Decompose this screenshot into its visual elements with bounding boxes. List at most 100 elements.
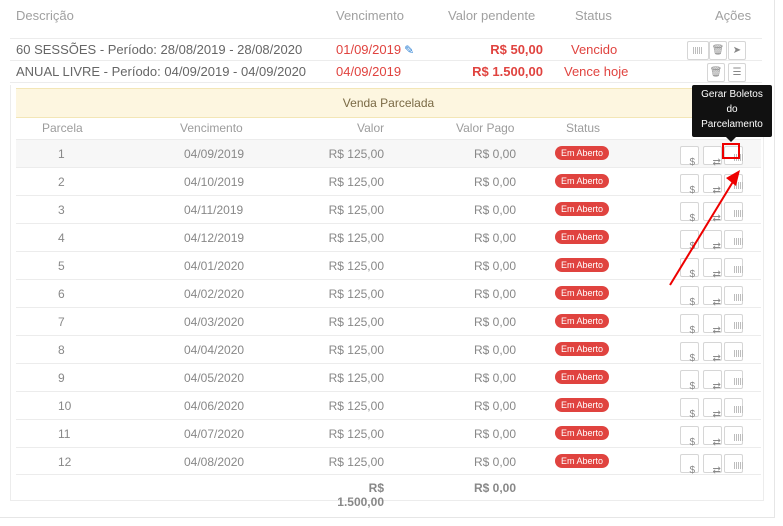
installment-number: 6 xyxy=(58,287,65,301)
renegotiate-button[interactable]: ⇄ xyxy=(703,426,722,448)
installment-value: R$ 125,00 xyxy=(328,203,384,217)
pay-button[interactable]: $ xyxy=(680,202,699,224)
barcode-icon xyxy=(733,266,744,273)
generate-boleto-button[interactable] xyxy=(724,342,744,361)
send-button[interactable]: ➤ xyxy=(728,41,746,60)
installment-value: R$ 125,00 xyxy=(328,259,384,273)
status-badge: Em Aberto xyxy=(555,454,610,468)
renegotiate-button[interactable]: ⇄ xyxy=(703,398,722,420)
delete-button[interactable]: 🗑 xyxy=(709,41,727,60)
installment-number: 12 xyxy=(58,455,72,469)
header-acoes: Ações xyxy=(715,8,752,23)
installment-row: 11 04/07/2020 R$ 125,00 R$ 0,00 Em Aberto $ ⇄ xyxy=(16,419,761,448)
renegotiate-button[interactable]: ⇄ xyxy=(703,230,722,252)
installment-value: R$ 125,00 xyxy=(328,427,384,441)
status-badge: Em Aberto xyxy=(555,314,610,328)
generate-boleto-button[interactable] xyxy=(724,258,744,277)
renegotiate-button[interactable]: ⇄ xyxy=(703,174,722,196)
renegotiate-button[interactable]: ⇄ xyxy=(703,314,722,336)
header-status-parcela: Status xyxy=(566,121,601,135)
pay-button[interactable]: $ xyxy=(680,398,699,420)
generate-boleto-button[interactable] xyxy=(724,174,744,193)
installment-due-date: 04/05/2020 xyxy=(184,371,245,385)
installment-value: R$ 125,00 xyxy=(328,147,384,161)
barcode-icon xyxy=(733,210,744,217)
installment-paid: R$ 0,00 xyxy=(473,231,516,245)
installment-due-date: 04/10/2019 xyxy=(184,175,245,189)
installment-due-date: 04/12/2019 xyxy=(184,231,245,245)
status-badge: Em Aberto xyxy=(555,202,610,216)
status-badge: Em Aberto xyxy=(555,146,610,160)
pay-button[interactable]: $ xyxy=(680,426,699,448)
installment-paid: R$ 0,00 xyxy=(473,455,516,469)
pay-button[interactable]: $ xyxy=(680,454,699,476)
barcode-button[interactable] xyxy=(687,41,709,60)
generate-boleto-button[interactable] xyxy=(724,398,744,417)
pay-button[interactable]: $ xyxy=(680,286,699,308)
installment-number: 3 xyxy=(58,203,65,217)
renegotiate-button[interactable]: ⇄ xyxy=(703,146,722,168)
renegotiate-button[interactable]: ⇄ xyxy=(703,454,722,476)
barcode-icon xyxy=(733,182,744,189)
installment-number: 7 xyxy=(58,315,65,329)
installment-due-date: 04/11/2019 xyxy=(184,203,244,217)
header-valor: Valor xyxy=(357,121,385,135)
generate-boleto-button[interactable] xyxy=(724,286,744,305)
installment-due-date: 04/09/2019 xyxy=(184,147,245,161)
pay-button[interactable]: $ xyxy=(680,258,699,280)
contract-due-date: 04/09/2019 xyxy=(336,64,402,79)
status-badge: Em Aberto xyxy=(555,342,610,356)
installment-row: 1 04/09/2019 R$ 125,00 R$ 0,00 Em Aberto $ ⇄ xyxy=(16,139,761,168)
installment-number: 5 xyxy=(58,259,65,273)
installment-number: 11 xyxy=(58,427,71,441)
status-badge: Em Aberto xyxy=(555,258,610,272)
pay-button[interactable]: $ xyxy=(680,314,699,336)
pay-button[interactable]: $ xyxy=(680,342,699,364)
installment-number: 10 xyxy=(58,399,72,413)
installment-number: 8 xyxy=(58,343,65,357)
status-badge: Em Aberto xyxy=(555,286,610,300)
generate-boleto-button[interactable] xyxy=(724,314,744,333)
barcode-icon xyxy=(733,294,744,301)
installment-number: 9 xyxy=(58,371,65,385)
renegotiate-button[interactable]: ⇄ xyxy=(703,202,722,224)
header-status: Status xyxy=(575,8,612,23)
tooltip: Gerar Boletos do Parcelamento xyxy=(692,85,772,142)
due-date-text: 01/09/2019 xyxy=(336,42,402,57)
installment-due-date: 04/01/2020 xyxy=(184,259,245,273)
renegotiate-button[interactable]: ⇄ xyxy=(703,342,722,364)
pay-button[interactable]: $ xyxy=(680,230,699,252)
paper-plane-icon: ➤ xyxy=(732,45,742,56)
generate-boleto-button[interactable] xyxy=(724,426,744,445)
barcode-icon xyxy=(733,378,744,385)
installment-due-date: 04/03/2020 xyxy=(184,315,245,329)
edit-pencil-icon[interactable]: ✎ xyxy=(404,43,414,57)
delete-button[interactable]: 🗑 xyxy=(707,63,725,82)
installment-paid: R$ 0,00 xyxy=(473,259,516,273)
installment-number: 2 xyxy=(58,175,65,189)
generate-boleto-button[interactable] xyxy=(724,230,744,249)
installment-value: R$ 125,00 xyxy=(328,315,384,329)
installment-due-date: 04/04/2020 xyxy=(184,343,245,357)
installment-paid: R$ 0,00 xyxy=(473,427,516,441)
installment-value: R$ 125,00 xyxy=(328,455,384,469)
renegotiate-button[interactable]: ⇄ xyxy=(703,286,722,308)
pay-button[interactable]: $ xyxy=(680,370,699,392)
renegotiate-button[interactable]: ⇄ xyxy=(703,258,722,280)
installment-row: 6 04/02/2020 R$ 125,00 R$ 0,00 Em Aberto $ ⇄ xyxy=(16,279,761,308)
contract-amount: R$ 50,00 xyxy=(490,42,543,57)
settings-button[interactable]: ☰ xyxy=(728,63,746,82)
installment-row: 5 04/01/2020 R$ 125,00 R$ 0,00 Em Aberto $ ⇄ xyxy=(16,251,761,280)
renegotiate-button[interactable]: ⇄ xyxy=(703,370,722,392)
generate-boleto-button[interactable] xyxy=(724,370,744,389)
header-vencimento-parcela: Vencimento xyxy=(180,121,243,135)
pay-button[interactable]: $ xyxy=(680,174,699,196)
status-badge: Em Aberto xyxy=(555,370,610,384)
barcode-icon xyxy=(733,434,744,441)
contract-due-date: 01/09/2019 ✎ xyxy=(336,42,414,57)
generate-boleto-button[interactable] xyxy=(724,202,744,221)
pay-button[interactable]: $ xyxy=(680,146,699,168)
generate-boleto-button[interactable] xyxy=(724,454,744,473)
row-divider xyxy=(10,38,762,39)
contract-status: Vencido xyxy=(571,42,618,57)
